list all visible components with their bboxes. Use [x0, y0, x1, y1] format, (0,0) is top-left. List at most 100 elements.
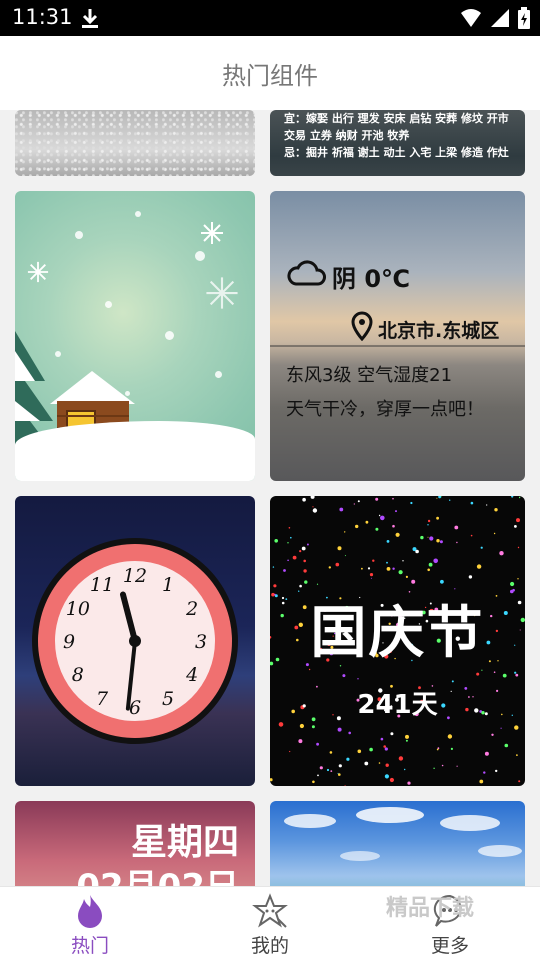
firework-spark — [454, 525, 459, 530]
firework-spark — [486, 504, 488, 506]
firework-spark — [456, 541, 458, 544]
snowflake-icon — [27, 261, 49, 287]
firework-spark — [287, 542, 289, 544]
firework-spark — [357, 678, 359, 680]
firework-spark — [386, 561, 388, 564]
almanac-line: 交易 立券 纳财 开池 牧养 — [284, 129, 410, 142]
clock-number: 11 — [90, 574, 114, 596]
firework-spark — [283, 569, 286, 572]
firework-spark — [404, 768, 406, 771]
horizon-line — [270, 345, 525, 347]
firework-spark — [312, 780, 315, 784]
weather-widget-card[interactable]: 阴 0℃ 北京市.东城区 东风3级 空气湿度21 天气干冷，穿厚一点吧！ — [270, 191, 525, 481]
countdown-widget-card[interactable]: 国庆节 241天 — [270, 496, 525, 786]
firework-spark — [328, 566, 331, 569]
firework-spark — [372, 559, 375, 562]
nav-item-hot[interactable]: 热门 — [0, 887, 180, 961]
firework-spark — [312, 506, 314, 508]
firework-spark — [510, 581, 515, 587]
firework-spark — [383, 745, 386, 748]
nav-label: 我的 — [250, 935, 289, 957]
firework-spark — [493, 671, 496, 673]
weekday-widget-card[interactable]: 星期四 02月02日 — [15, 801, 255, 886]
firework-spark — [502, 673, 507, 678]
firework-spark — [483, 771, 486, 774]
page-title: 热门组件 — [222, 62, 318, 90]
firework-spark — [380, 737, 384, 741]
firework-spark — [306, 543, 309, 546]
firework-spark — [436, 748, 439, 751]
firework-spark — [511, 496, 514, 498]
firework-spark — [310, 496, 315, 499]
firework-spark — [481, 669, 483, 671]
firework-spark — [289, 750, 291, 753]
clock-number: 3 — [195, 631, 207, 653]
clock-number: 1 — [162, 574, 174, 596]
clock-number: 4 — [185, 664, 198, 686]
weekday-name: 星期四 — [130, 822, 239, 863]
clock-widget-card[interactable]: 12 1 2 3 4 5 6 7 8 9 10 11 — [15, 496, 255, 786]
firework-spark — [518, 496, 521, 499]
firework-spark — [389, 777, 394, 783]
snowflake-icon — [205, 276, 239, 314]
firework-spark — [392, 524, 395, 528]
firework-spark — [287, 559, 289, 562]
firework-spark — [378, 514, 381, 517]
snow-dot — [165, 331, 174, 340]
firework-spark — [484, 751, 489, 756]
star-face-icon — [252, 893, 288, 933]
firework-spark — [299, 723, 304, 729]
weather-wind-humidity: 东风3级 空气湿度21 — [286, 365, 453, 386]
firework-spark — [386, 567, 391, 571]
firework-spark — [470, 501, 474, 505]
clock-number: 5 — [162, 688, 174, 710]
almanac-widget-card[interactable]: 宜：嫁娶 出行 理发 安床 启钻 安葬 修坟 开市 交易 立券 纳财 开池 牧养… — [270, 110, 525, 176]
firework-spark — [495, 769, 498, 773]
firework-spark — [365, 520, 369, 524]
firework-spark — [433, 767, 435, 769]
firework-spark — [456, 765, 458, 767]
widget-grid[interactable]: 宜：嫁娶 出行 理发 安床 启钻 安葬 修坟 开市 交易 立券 纳财 开池 牧养… — [0, 110, 540, 886]
firework-spark — [337, 546, 342, 551]
clock-number: 10 — [66, 598, 90, 620]
countdown-title: 国庆节 — [310, 601, 485, 666]
firework-spark — [449, 499, 451, 501]
winter-scene-widget-card[interactable] — [15, 191, 255, 481]
firework-spark — [311, 725, 315, 729]
firework-spark — [385, 763, 389, 767]
firework-spark — [516, 518, 520, 523]
firework-spark — [312, 508, 318, 513]
firework-spark — [390, 732, 394, 736]
firework-spark — [433, 558, 438, 564]
firework-spark — [375, 497, 379, 501]
snow-dot — [75, 231, 83, 239]
firework-spark — [335, 562, 340, 567]
firework-spark — [405, 734, 409, 739]
firework-spark — [514, 525, 517, 528]
firework-spark — [367, 567, 371, 570]
firework-spark — [420, 535, 424, 540]
sky-widget-card[interactable] — [270, 801, 525, 886]
signal-icon — [490, 8, 510, 32]
clock-number: 9 — [63, 631, 75, 653]
glitter-widget-card[interactable] — [15, 110, 255, 176]
analog-clock: 12 1234567891011 — [32, 538, 238, 744]
firework-spark — [369, 747, 373, 752]
nav-item-mine[interactable]: 我的 — [180, 887, 360, 961]
firework-spark — [299, 584, 302, 588]
firework-spark — [395, 532, 400, 537]
firework-spark — [303, 559, 306, 563]
firework-spark — [342, 674, 346, 678]
download-icon — [80, 7, 100, 33]
firework-spark — [436, 539, 440, 543]
firework-spark — [369, 573, 374, 577]
app-header: 热门组件 — [0, 36, 540, 111]
firework-spark — [518, 780, 521, 783]
firework-spark — [476, 564, 482, 569]
firework-spark — [500, 727, 502, 729]
firework-spark — [515, 673, 519, 677]
firework-spark — [402, 560, 404, 562]
firework-spark — [330, 770, 333, 772]
firework-spark — [441, 764, 444, 767]
firework-spark — [386, 540, 390, 543]
